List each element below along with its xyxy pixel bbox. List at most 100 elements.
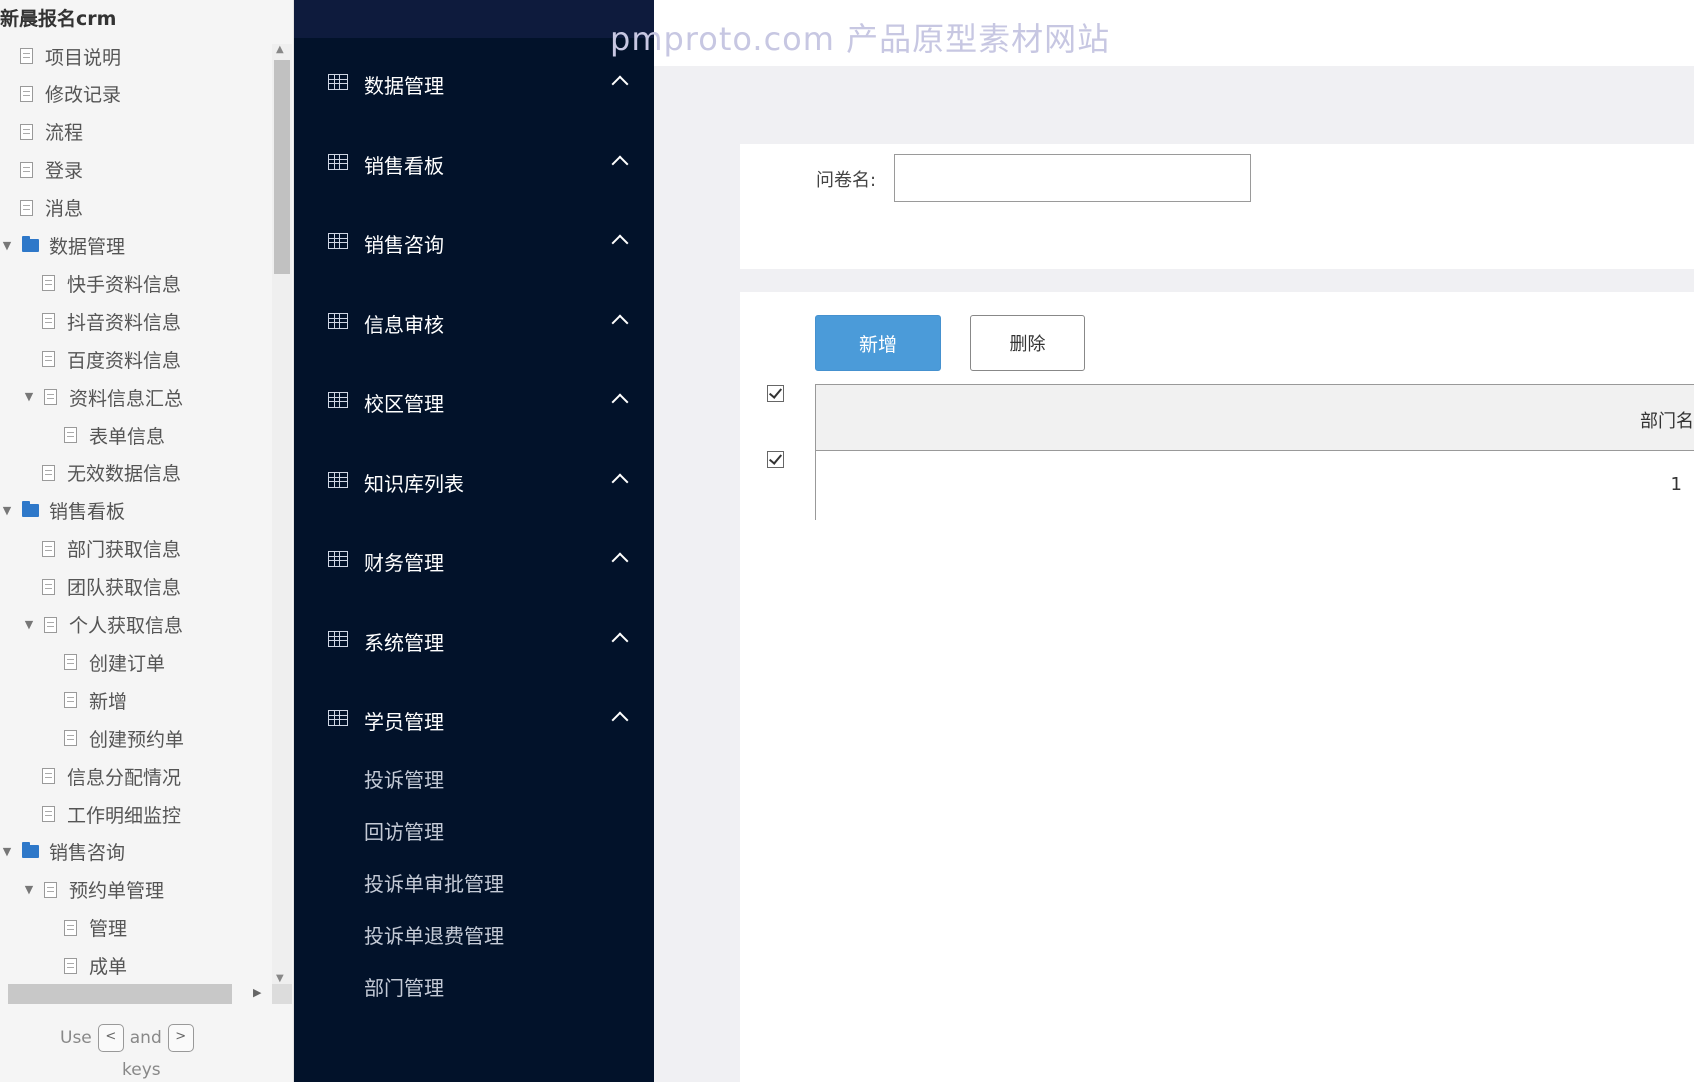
nav-group-label: 知识库列表 bbox=[364, 471, 464, 496]
chevron-up-icon[interactable] bbox=[611, 711, 629, 729]
outline-item[interactable]: 抖音资料信息 bbox=[42, 303, 181, 339]
delete-button[interactable]: 删除 bbox=[970, 315, 1085, 371]
scroll-right-arrow-icon[interactable]: ▶ bbox=[253, 986, 261, 999]
outline-item[interactable]: 创建预约单 bbox=[64, 720, 184, 756]
page-icon bbox=[42, 464, 55, 481]
page-icon bbox=[20, 48, 33, 64]
outline-item[interactable]: 项目说明 bbox=[20, 38, 121, 74]
outline-item[interactable]: 成单 bbox=[64, 948, 127, 982]
outline-item[interactable]: 创建订单 bbox=[64, 644, 165, 680]
nav-group[interactable]: 销售咨询 bbox=[294, 221, 654, 261]
nav-sub-item[interactable]: 部门管理 bbox=[364, 972, 444, 1001]
page-icon bbox=[42, 540, 55, 557]
data-table: 部门名 1 bbox=[815, 384, 1694, 520]
outline-item[interactable]: 消息 bbox=[20, 190, 83, 226]
outline-item[interactable]: 流程 bbox=[20, 114, 83, 150]
outline-item[interactable]: 新增 bbox=[64, 682, 127, 718]
chevron-up-icon[interactable] bbox=[611, 75, 629, 93]
folder-icon bbox=[22, 236, 39, 252]
chevron-up-icon[interactable] bbox=[611, 552, 629, 570]
nav-group[interactable]: 信息审核 bbox=[294, 301, 654, 341]
outline-item[interactable]: 快手资料信息 bbox=[42, 265, 181, 301]
page-icon bbox=[64, 427, 77, 443]
watermark-text: pmproto.com 产品原型素材网站 bbox=[610, 20, 1111, 58]
outline-item[interactable]: 修改记录 bbox=[20, 76, 121, 112]
expand-arrow-icon[interactable]: ▼ bbox=[22, 883, 36, 897]
outline-item[interactable]: 登录 bbox=[20, 152, 83, 188]
folder-icon bbox=[22, 501, 39, 518]
nav-group-label: 学员管理 bbox=[364, 710, 444, 734]
chevron-up-icon[interactable] bbox=[611, 632, 629, 649]
nav-sub-item[interactable]: 投诉管理 bbox=[364, 764, 444, 793]
nav-group[interactable]: 知识库列表 bbox=[294, 460, 654, 500]
outline-tree: 项目说明 修改记录 流程 登录 消息 ▼ 数据管理快手资料信息 抖音资料信息百度资料信息 ▼ 资料… bbox=[0, 38, 272, 982]
scroll-down-arrow-icon[interactable]: ▼ bbox=[276, 973, 284, 984]
nav-sub-item[interactable]: 投诉单审批管理 bbox=[364, 868, 504, 897]
chevron-up-icon[interactable] bbox=[611, 314, 629, 331]
expand-arrow-icon[interactable]: ▼ bbox=[0, 504, 14, 518]
nav-group[interactable]: 系统管理 bbox=[294, 619, 654, 659]
expand-arrow-icon[interactable]: ▼ bbox=[22, 618, 36, 632]
page-icon bbox=[44, 616, 57, 633]
outline-item[interactable]: 百度资料信息 bbox=[42, 341, 181, 377]
page-icon bbox=[20, 123, 33, 140]
nav-group[interactable]: 销售看板 bbox=[294, 142, 654, 182]
expand-arrow-icon[interactable]: ▼ bbox=[22, 390, 36, 404]
expand-arrow-icon[interactable]: ▼ bbox=[0, 845, 14, 859]
page-icon bbox=[64, 957, 77, 974]
outline-item[interactable]: 表单信息 bbox=[64, 417, 165, 453]
outline-item[interactable]: ▼ 预约单管理 bbox=[22, 872, 164, 908]
outline-item-label: 资料信息汇总 bbox=[69, 387, 184, 410]
nav-group-label: 信息审核 bbox=[364, 312, 444, 337]
scrollbar-thumb-horizontal[interactable] bbox=[8, 984, 232, 1004]
outline-item-label: 抖音资料信息 bbox=[67, 311, 182, 334]
nav-sub-item[interactable]: 投诉单退费管理 bbox=[364, 920, 504, 949]
outline-item[interactable]: 部门获取信息 bbox=[42, 531, 181, 567]
questionnaire-name-input[interactable] bbox=[894, 154, 1251, 202]
chevron-up-icon[interactable] bbox=[611, 473, 629, 490]
chevron-up-icon[interactable] bbox=[611, 155, 629, 172]
outline-item[interactable]: ▼ 数据管理 bbox=[0, 228, 125, 264]
outline-vertical-scrollbar[interactable]: ▲ ▼ bbox=[272, 44, 292, 984]
chevron-up-icon[interactable] bbox=[611, 393, 629, 411]
outline-item[interactable]: 无效数据信息 bbox=[42, 455, 181, 491]
nav-group[interactable]: 校区管理 bbox=[294, 380, 654, 420]
nav-group-label: 数据管理 bbox=[364, 74, 444, 98]
nav-group[interactable]: 学员管理 bbox=[294, 698, 654, 738]
table-grid-icon bbox=[328, 551, 348, 567]
scrollbar-thumb[interactable] bbox=[274, 60, 290, 274]
outline-item-label: 快手资料信息 bbox=[67, 273, 182, 296]
outline-item-label: 部门获取信息 bbox=[67, 539, 182, 562]
outline-item-label: 创建预约单 bbox=[89, 728, 185, 751]
questionnaire-name-label: 问卷名: bbox=[816, 170, 877, 191]
row-checkbox[interactable] bbox=[767, 451, 784, 468]
table-grid-icon bbox=[328, 233, 348, 249]
outline-item-label: 工作明细监控 bbox=[67, 804, 182, 827]
outline-item-label: 销售咨询 bbox=[49, 842, 126, 865]
nav-group[interactable]: 财务管理 bbox=[294, 539, 654, 579]
select-all-checkbox[interactable] bbox=[767, 385, 784, 402]
outline-item[interactable]: ▼ 销售看板 bbox=[0, 493, 125, 529]
nav-group[interactable]: 数据管理 bbox=[294, 62, 654, 102]
outline-item[interactable]: ▼ 资料信息汇总 bbox=[22, 379, 183, 415]
add-button[interactable]: 新增 bbox=[815, 315, 941, 371]
outline-item[interactable]: ▼ 个人获取信息 bbox=[22, 607, 183, 643]
scroll-up-arrow-icon[interactable]: ▲ bbox=[276, 44, 284, 55]
expand-arrow-icon[interactable]: ▼ bbox=[0, 239, 14, 253]
outline-item[interactable]: 团队获取信息 bbox=[42, 569, 181, 605]
page-icon bbox=[64, 654, 77, 671]
nav-sub-item[interactable]: 回访管理 bbox=[364, 816, 444, 845]
table-row[interactable]: 1 bbox=[816, 452, 1694, 520]
scrollbar-corner bbox=[272, 984, 292, 1004]
outline-item[interactable]: ▼ 销售咨询 bbox=[0, 834, 125, 870]
left-key-icon: < bbox=[97, 1024, 124, 1052]
outline-item[interactable]: 信息分配情况 bbox=[42, 758, 181, 794]
page-icon bbox=[42, 351, 55, 368]
page-icon bbox=[44, 389, 57, 406]
outline-horizontal-scrollbar[interactable]: ▶ bbox=[8, 984, 292, 1004]
outline-item[interactable]: 工作明细监控 bbox=[42, 796, 181, 832]
chevron-up-icon[interactable] bbox=[611, 234, 629, 252]
outline-item-label: 销售看板 bbox=[49, 501, 126, 524]
page-icon bbox=[44, 881, 57, 898]
outline-item[interactable]: 管理 bbox=[64, 910, 127, 946]
